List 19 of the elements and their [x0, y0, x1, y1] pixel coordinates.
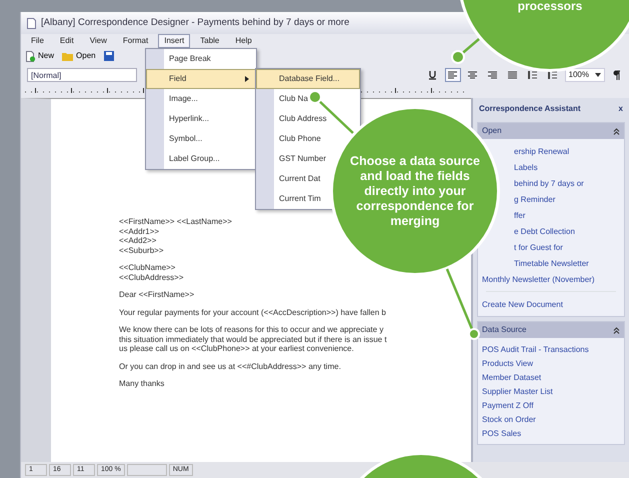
text-line: <<ClubName>>: [119, 263, 176, 272]
text-line: Dear <<FirstName>>: [119, 290, 194, 300]
section-title: Open: [482, 125, 502, 137]
panel-title: Correspondence Assistant: [479, 103, 581, 115]
window-title: [Albany] Correspondence Designer - Payments behind by 7 days or more: [41, 16, 350, 30]
text-line: <<ClubAddress>>: [119, 272, 184, 282]
callout-text: Choose a data source and load the fields directly into your correspondence for merging: [349, 154, 481, 228]
section-title: Data Source: [482, 324, 526, 336]
text-line: We know there can be lots of reasons for this to occur and we appreciate y: [119, 325, 384, 334]
callout-text: processors: [518, 0, 582, 15]
text-line: this situation immediately that would be appreciated but if there is an issue t: [119, 334, 387, 344]
text-line: <<FirstName>> <<LastName>>: [119, 217, 232, 226]
text-line: <<Add2>>: [119, 236, 156, 246]
text-line: Many thanks: [119, 379, 164, 388]
text-line: <<Suburb>>: [119, 246, 164, 255]
text-line: <<Addr1>>: [119, 226, 160, 236]
text-line: Or you can drop in and see us at <<#ClubAddress>> any time.: [119, 362, 341, 371]
text-line: Your regular payments for your account (<<AccDescription>>) have fallen b: [119, 308, 386, 317]
text-line: us please call us on <<ClubPhone>> at your earliest convenience.: [119, 344, 354, 354]
